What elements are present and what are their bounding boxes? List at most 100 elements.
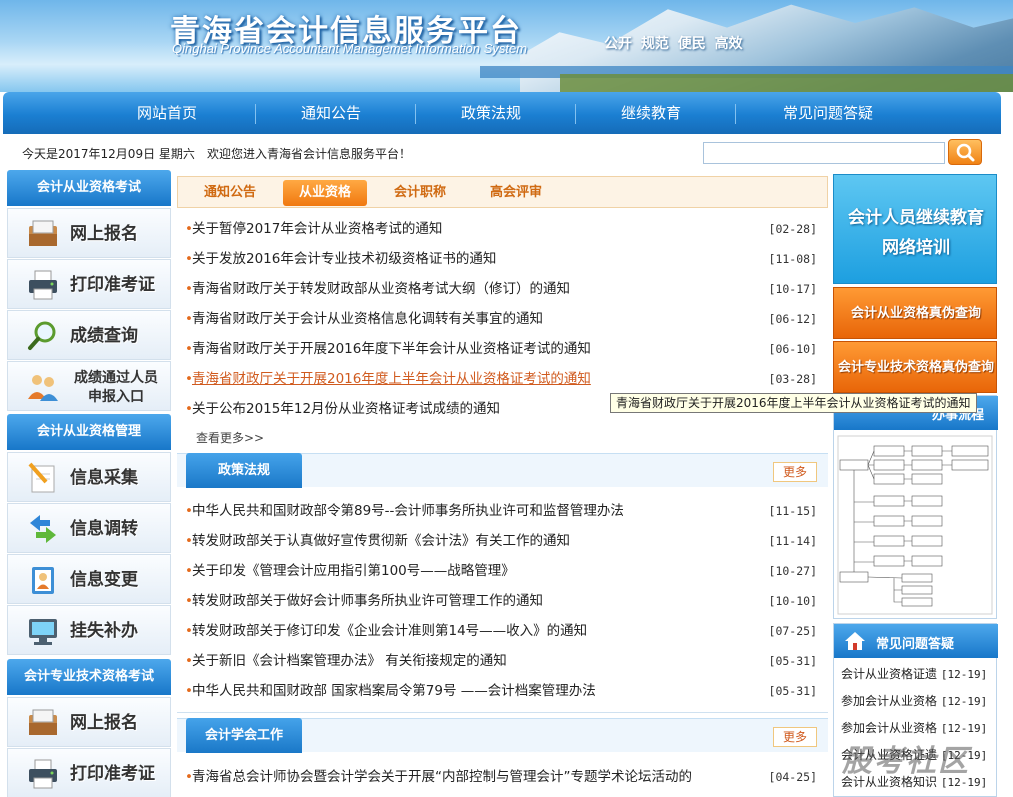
- promo-line-2: 网络培训: [882, 238, 950, 258]
- tab-notices[interactable]: 通知公告: [190, 180, 270, 206]
- nav-item-policy[interactable]: 政策法规: [421, 92, 561, 134]
- news-date: [10-27]: [768, 564, 817, 578]
- nav-separator: [415, 104, 416, 124]
- registration-box-icon: [29, 709, 57, 735]
- list-item: • 青海省财政厅关于开展2016年度下半年会计从业资格证考试的通知 [06-10…: [185, 334, 817, 364]
- news-date: [11-14]: [768, 534, 817, 548]
- tab-senior-review[interactable]: 高会评审: [474, 180, 558, 206]
- site-motto: 公开 规范 便民 高效: [604, 36, 743, 52]
- nav-item-notices[interactable]: 通知公告: [261, 92, 401, 134]
- policy-link[interactable]: 关于印发《管理会计应用指引第100号——战略管理》: [192, 556, 515, 586]
- professional-verify-banner[interactable]: 会计专业技术资格真伪查询: [833, 341, 997, 393]
- faq-text: 参加会计从业资格: [841, 721, 938, 735]
- faq-title: 常见问题答疑: [876, 637, 955, 652]
- faq-date: [12-19]: [940, 722, 988, 735]
- news-tabs: 通知公告 从业资格 会计职称 高会评审: [177, 176, 828, 208]
- policy-link[interactable]: 转发财政部关于认真做好宣传贯彻新《会计法》有关工作的通知: [192, 526, 570, 556]
- news-link-hovered[interactable]: 青海省财政厅关于开展2016年度上半年会计从业资格证考试的通知: [192, 364, 591, 394]
- policy-section-header: 政策法规 更多: [177, 453, 828, 488]
- passed-personnel-entry-button[interactable]: 成绩通过人员 申报入口: [7, 361, 171, 411]
- list-item: • 关于新旧《会计档案管理办法》 有关衔接规定的通知 [05-31]: [185, 646, 817, 676]
- qualification-verify-banner[interactable]: 会计从业资格真伪查询: [833, 287, 997, 339]
- news-date: [06-10]: [768, 342, 817, 356]
- profile-book-icon: [32, 567, 54, 594]
- nav-separator: [735, 104, 736, 124]
- faq-item[interactable]: 参加会计从业资格 [12-19]: [841, 692, 987, 709]
- print-admission-ticket-button-2[interactable]: 打印准考证: [7, 748, 171, 797]
- monitor-icon: [29, 619, 57, 645]
- left-sidebar: 会计从业资格考试 网上报名 打印准考证 成绩查询 成绩通过人员 申报入口 会计从…: [7, 170, 171, 797]
- tab-policy[interactable]: 政策法规: [186, 453, 302, 488]
- tab-professional-title[interactable]: 会计职称: [378, 180, 462, 206]
- sidebar-label-line-1: 成绩通过人员: [74, 370, 158, 386]
- link-tooltip: 青海省财政厅关于开展2016年度上半年会计从业资格证考试的通知: [610, 393, 977, 413]
- info-change-button[interactable]: 信息变更: [7, 554, 171, 604]
- policy-more-button[interactable]: 更多: [773, 462, 817, 482]
- news-date: [05-31]: [768, 684, 817, 698]
- score-query-button[interactable]: 成绩查询: [7, 310, 171, 360]
- section-header-qualification-management: 会计从业资格管理: [7, 414, 171, 450]
- sidebar-label: 成绩查询: [70, 326, 138, 346]
- print-admission-ticket-button[interactable]: 打印准考证: [7, 259, 171, 309]
- section-divider: [177, 712, 828, 713]
- qualification-verify-text: 会计从业资格真伪查询: [850, 306, 981, 321]
- news-link[interactable]: 关于暂停2017年会计从业资格考试的通知: [192, 214, 442, 244]
- faq-date: [12-19]: [940, 695, 988, 708]
- faq-item[interactable]: 参加会计从业资格 [12-19]: [841, 719, 987, 736]
- news-date: [02-28]: [768, 222, 817, 236]
- online-registration-button[interactable]: 网上报名: [7, 208, 171, 258]
- nav-item-faq[interactable]: 常见问题答疑: [753, 92, 903, 134]
- sidebar-label: 成绩通过人员 申报入口: [66, 369, 166, 407]
- section-header-professional-exam: 会计专业技术资格考试: [7, 659, 171, 695]
- search-input[interactable]: [703, 142, 945, 164]
- nav-item-education[interactable]: 继续教育: [581, 92, 721, 134]
- tab-society-work[interactable]: 会计学会工作: [186, 718, 302, 753]
- news-date: [05-31]: [768, 654, 817, 668]
- policy-link[interactable]: 中华人民共和国财政部令第89号--会计师事务所执业许可和监督管理办法: [192, 496, 624, 526]
- news-link[interactable]: 青海省财政厅关于开展2016年度下半年会计从业资格证考试的通知: [192, 334, 591, 364]
- sidebar-label: 信息变更: [70, 570, 138, 590]
- news-link[interactable]: 青海省财政厅关于转发财政部从业资格考试大纲（修订）的通知: [192, 274, 570, 304]
- search-button[interactable]: [948, 139, 982, 165]
- section-header-qualification-exam: 会计从业资格考试: [7, 170, 171, 206]
- society-link[interactable]: 青海省总会计师协会暨会计学会关于开展“内部控制与管理会计”专题学术论坛活动的: [192, 762, 692, 792]
- faq-text: 参加会计从业资格: [841, 694, 938, 708]
- transfer-arrows-icon: [30, 515, 56, 543]
- magnifier-icon: [28, 321, 56, 350]
- site-subtitle: Qinghai Province Accountant Managemet In…: [172, 41, 528, 56]
- news-date: [11-15]: [768, 504, 817, 518]
- info-collection-button[interactable]: 信息采集: [7, 452, 171, 502]
- info-transfer-button[interactable]: 信息调转: [7, 503, 171, 553]
- info-bar: 今天是2017年12月09日 星期六 欢迎您进入青海省会计信息服务平台！: [0, 134, 1013, 170]
- society-more-button[interactable]: 更多: [773, 727, 817, 747]
- main-nav: 网站首页 通知公告 政策法规 继续教育 常见问题答疑: [3, 92, 1001, 134]
- nav-item-home[interactable]: 网站首页: [97, 92, 237, 134]
- view-more-link[interactable]: 查看更多>>: [196, 429, 264, 446]
- news-link[interactable]: 关于发放2016年会计专业技术初级资格证书的通知: [192, 244, 496, 274]
- policy-link[interactable]: 转发财政部关于修订印发《企业会计准则第14号——收入》的通知: [192, 616, 587, 646]
- news-date: [10-10]: [768, 594, 817, 608]
- workflow-diagram: [837, 435, 993, 615]
- workflow-panel[interactable]: 办事流程: [833, 395, 998, 619]
- pencil-paper-icon: [28, 462, 55, 493]
- news-link[interactable]: 青海省财政厅关于会计从业资格信息化调转有关事宜的通知: [192, 304, 543, 334]
- home-icon: [845, 632, 865, 650]
- policy-link[interactable]: 中华人民共和国财政部 国家档案局令第79号 ——会计档案管理办法: [192, 676, 596, 706]
- policy-link[interactable]: 转发财政部关于做好会计师事务所执业许可管理工作的通知: [192, 586, 543, 616]
- online-registration-button-2[interactable]: 网上报名: [7, 697, 171, 747]
- continuing-education-text: 会计人员继续教育 网络培训: [834, 203, 998, 263]
- list-item: • 关于发放2016年会计专业技术初级资格证书的通知 [11-08]: [185, 244, 817, 274]
- faq-text: 会计从业资格证遗: [841, 667, 938, 681]
- tab-qualification[interactable]: 从业资格: [283, 180, 367, 206]
- list-item: • 关于暂停2017年会计从业资格考试的通知 [02-28]: [185, 214, 817, 244]
- site-banner: 青海省会计信息服务平台 Qinghai Province Accountant …: [0, 0, 1013, 92]
- list-item: • 青海省总会计师协会暨会计学会关于开展“内部控制与管理会计”专题学术论坛活动的…: [185, 762, 817, 792]
- news-link[interactable]: 关于公布2015年12月份从业资格证考试成绩的通知: [192, 394, 500, 424]
- faq-item[interactable]: 会计从业资格证遗 [12-19]: [841, 665, 987, 682]
- continuing-education-banner[interactable]: 会计人员继续教育 网络培训: [833, 174, 997, 284]
- news-date: [04-25]: [768, 770, 817, 784]
- sidebar-label: 网上报名: [70, 713, 138, 733]
- news-date: [03-28]: [768, 372, 817, 386]
- loss-report-reissue-button[interactable]: 挂失补办: [7, 605, 171, 655]
- policy-link[interactable]: 关于新旧《会计档案管理办法》 有关衔接规定的通知: [192, 646, 507, 676]
